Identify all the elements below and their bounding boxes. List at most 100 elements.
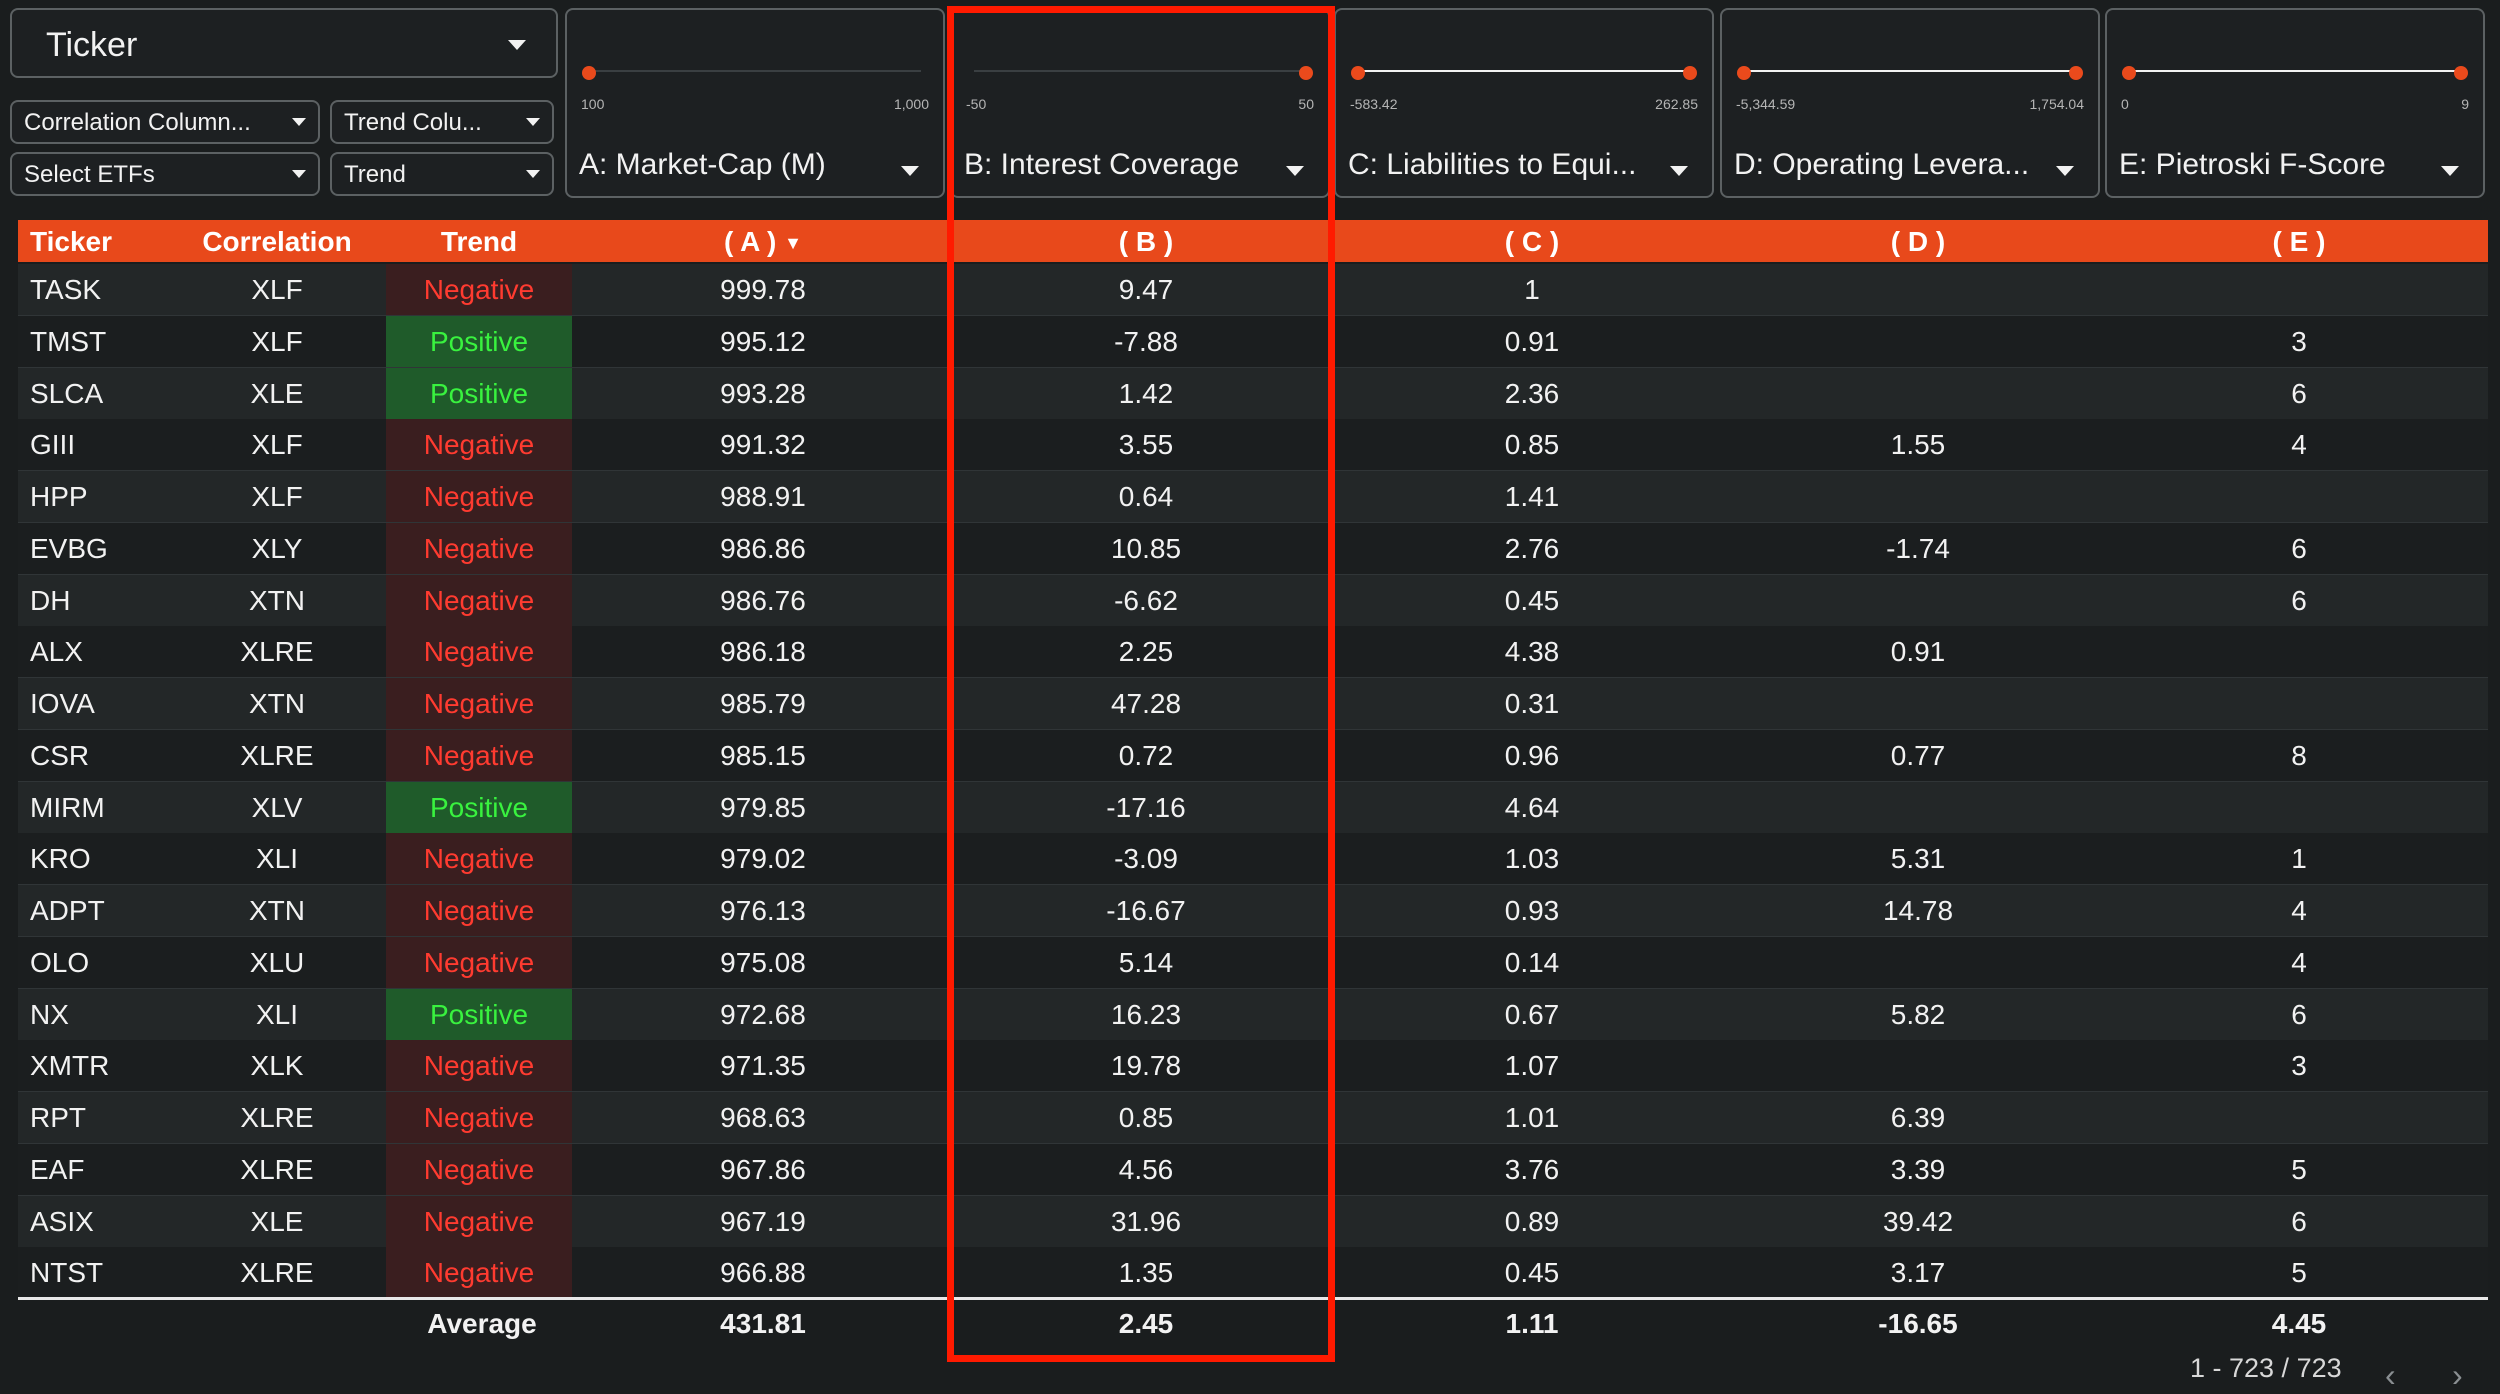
table-row[interactable]: ASIX Negative XLE 967.19 31.96 0.89 39.42 6 xyxy=(18,1195,2488,1248)
cell-d: 0.77 xyxy=(1890,739,1946,771)
cell-c: 0.96 xyxy=(1504,739,1560,771)
header-e[interactable]: ( E ) xyxy=(2273,226,2326,258)
cell-e: 6 xyxy=(2291,584,2307,616)
range-handle-low[interactable] xyxy=(1299,66,1313,80)
table-row[interactable]: NTST Negative XLRE 966.88 1.35 0.45 3.17 5 xyxy=(18,1247,2488,1300)
table-row[interactable]: KRO Negative XLI 979.02 -3.09 1.03 5.31 1 xyxy=(18,833,2488,886)
cell-corr: XTN xyxy=(249,895,305,926)
cell-d: 14.78 xyxy=(1882,895,1954,926)
cell-e: 4 xyxy=(2291,895,2307,926)
range-track[interactable] xyxy=(2129,70,2461,72)
table-row[interactable]: CSR Negative XLRE 985.15 0.72 0.96 0.77 8 xyxy=(18,729,2488,782)
cell-trend: Positive xyxy=(386,315,572,367)
range-track[interactable] xyxy=(1744,70,2076,72)
filter-label: C: Liabilities to Equi... xyxy=(1348,148,1658,182)
cell-trend: Negative xyxy=(386,1143,572,1195)
cell-a: 993.28 xyxy=(720,377,806,409)
cell-corr: XTN xyxy=(249,688,305,719)
cell-corr: XLY xyxy=(251,532,303,564)
range-max-label: 9 xyxy=(2461,96,2469,112)
cell-a: 976.13 xyxy=(720,895,806,926)
table-row[interactable]: DH Negative XTN 986.76 -6.62 0.45 6 xyxy=(18,574,2488,627)
ticker-select[interactable]: Ticker xyxy=(10,8,558,78)
range-track[interactable] xyxy=(589,70,921,72)
cell-trend: Negative xyxy=(386,522,572,574)
ticker-select-label: Ticker xyxy=(46,26,138,64)
filter-name: : Interest Coverage xyxy=(984,148,1240,181)
header-correlation[interactable]: Correlation xyxy=(202,226,351,258)
chevron-down-icon xyxy=(1286,166,1304,176)
table-row[interactable]: GIII Negative XLF 991.32 3.55 0.85 1.55 4 xyxy=(18,419,2488,472)
trend-dropdown[interactable]: Trend xyxy=(330,152,554,196)
header-ticker[interactable]: Ticker xyxy=(30,226,112,258)
cell-ticker: CSR xyxy=(30,739,90,771)
range-min-label: -583.42 xyxy=(1350,96,1398,112)
cell-a: 995.12 xyxy=(720,325,806,357)
table-row[interactable]: ADPT Negative XTN 976.13 -16.67 0.93 14.78 4 xyxy=(18,885,2488,937)
table-header: Ticker Correlation Trend ( A ) ▼ ( B ) (… xyxy=(18,220,2488,262)
filter-panel-c[interactable]: -583.42 262.85 C: Liabilities to Equi... xyxy=(1334,8,1714,198)
cell-a: 986.86 xyxy=(720,532,806,564)
range-track[interactable] xyxy=(974,70,1306,72)
cell-corr: XLK xyxy=(250,1050,304,1082)
cell-ticker: HPP xyxy=(30,481,88,512)
table-row[interactable]: MIRM Positive XLV 979.85 -17.16 4.64 xyxy=(18,781,2488,834)
table-row[interactable]: IOVA Negative XTN 985.79 47.28 0.31 xyxy=(18,678,2488,730)
cell-trend: Negative xyxy=(386,936,572,988)
chevron-left-icon[interactable]: ‹ xyxy=(2385,1357,2396,1394)
table-row[interactable]: HPP Negative XLF 988.91 0.64 1.41 xyxy=(18,471,2488,523)
chevron-down-icon xyxy=(526,170,540,178)
header-d[interactable]: ( D ) xyxy=(1891,226,1945,258)
table-row[interactable]: OLO Negative XLU 975.08 5.14 0.14 4 xyxy=(18,936,2488,989)
filter-panel-e[interactable]: 0 9 E: Pietroski F-Score xyxy=(2105,8,2485,198)
cell-b: 0.72 xyxy=(1118,739,1174,771)
table-row[interactable]: ALX Negative XLRE 986.18 2.25 4.38 0.91 xyxy=(18,626,2488,679)
header-a[interactable]: ( A ) ▼ xyxy=(724,226,802,258)
cell-corr: XLRE xyxy=(240,1102,314,1133)
cell-c: 1.01 xyxy=(1504,1102,1560,1133)
cell-a: 985.79 xyxy=(720,688,806,719)
table-row[interactable]: SLCA Positive XLE 993.28 1.42 2.36 6 xyxy=(18,367,2488,420)
cell-ticker: XMTR xyxy=(30,1050,110,1082)
cell-b: 0.64 xyxy=(1118,481,1174,512)
cell-c: 1.41 xyxy=(1504,481,1560,512)
average-d: -16.65 xyxy=(1878,1308,1958,1339)
range-handle-low[interactable] xyxy=(582,66,596,80)
table-row[interactable]: EAF Negative XLRE 967.86 4.56 3.76 3.39 5 xyxy=(18,1143,2488,1196)
table-row[interactable]: NX Positive XLI 972.68 16.23 0.67 5.82 6 xyxy=(18,988,2488,1041)
cell-e: 4 xyxy=(2291,946,2307,978)
cell-ticker: IOVA xyxy=(30,688,95,719)
cell-ticker: MIRM xyxy=(30,791,105,823)
correlation-column-dropdown[interactable]: Correlation Column... xyxy=(10,100,320,144)
filter-label: B: Interest Coverage xyxy=(964,148,1274,182)
range-handle-high[interactable] xyxy=(1683,66,1697,80)
header-trend[interactable]: Trend xyxy=(441,226,517,258)
range-handle-high[interactable] xyxy=(2069,66,2083,80)
filter-panel-a[interactable]: 100 1,000 A: Market-Cap (M) xyxy=(565,8,945,198)
filter-name: : Market-Cap (M) xyxy=(599,148,826,181)
cell-c: 1.07 xyxy=(1504,1050,1560,1082)
cell-d: 39.42 xyxy=(1882,1205,1954,1237)
range-handle-low[interactable] xyxy=(1351,66,1365,80)
trend-column-dropdown[interactable]: Trend Colu... xyxy=(330,100,554,144)
cell-trend: Negative xyxy=(386,833,572,885)
range-track[interactable] xyxy=(1358,70,1690,72)
cell-d: 3.17 xyxy=(1890,1257,1946,1289)
cell-corr: XLI xyxy=(255,998,299,1030)
filter-panel-b[interactable]: -50 50 B: Interest Coverage xyxy=(950,8,1330,198)
table-row[interactable]: RPT Negative XLRE 968.63 0.85 1.01 6.39 xyxy=(18,1092,2488,1144)
header-c[interactable]: ( C ) xyxy=(1505,226,1559,258)
table-row[interactable]: TMST Positive XLF 995.12 -7.88 0.91 3 xyxy=(18,315,2488,368)
range-handle-high[interactable] xyxy=(2454,66,2468,80)
average-b: 2.45 xyxy=(1118,1308,1174,1339)
range-handle-low[interactable] xyxy=(2122,66,2136,80)
table-row[interactable]: EVBG Negative XLY 986.86 10.85 2.76 -1.74 6 xyxy=(18,522,2488,575)
range-handle-low[interactable] xyxy=(1737,66,1751,80)
filter-panel-d[interactable]: -5,344.59 1,754.04 D: Operating Levera..… xyxy=(1720,8,2100,198)
chevron-right-icon[interactable]: › xyxy=(2452,1357,2463,1394)
header-b[interactable]: ( B ) xyxy=(1119,226,1173,258)
table-row[interactable]: TASK Negative XLF 999.78 9.47 1 xyxy=(18,264,2488,316)
cell-ticker: ADPT xyxy=(30,895,105,926)
table-row[interactable]: XMTR Negative XLK 971.35 19.78 1.07 3 xyxy=(18,1040,2488,1093)
select-etfs-dropdown[interactable]: Select ETFs xyxy=(10,152,320,196)
